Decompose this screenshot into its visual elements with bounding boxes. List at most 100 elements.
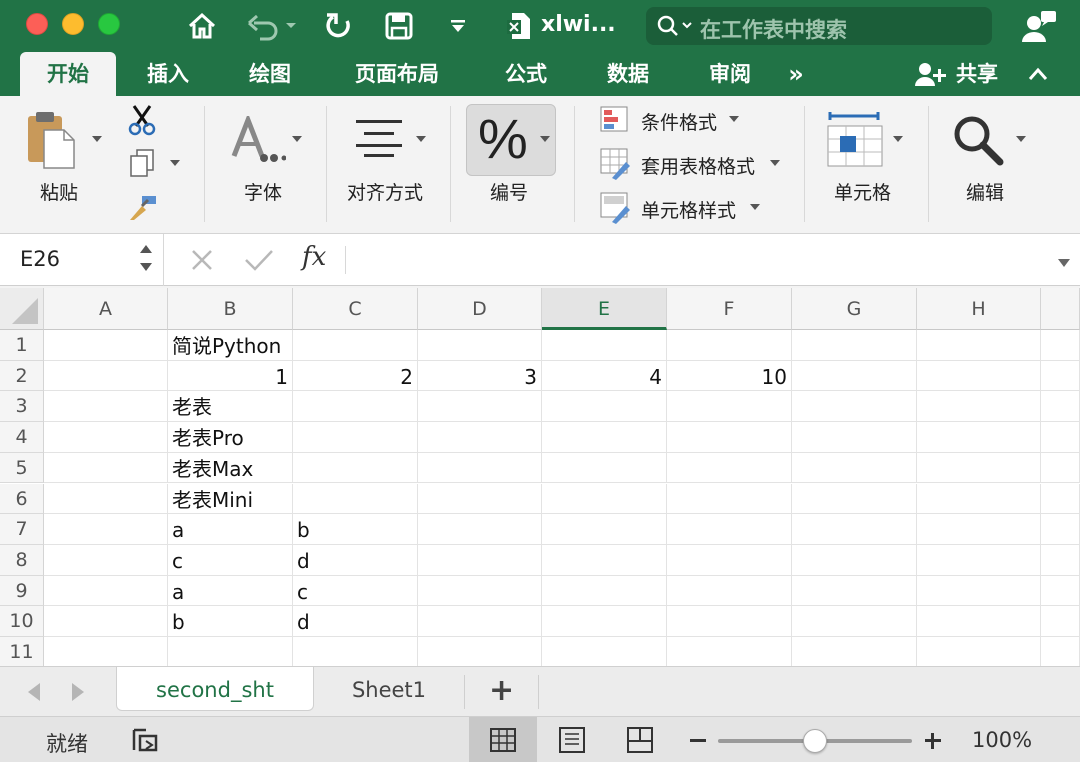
column-header-h[interactable]: H bbox=[917, 288, 1041, 330]
cell-d10[interactable] bbox=[418, 606, 542, 637]
conditional-format-label[interactable]: 条件格式 bbox=[641, 108, 717, 135]
cell-styles-dropdown-icon[interactable] bbox=[750, 204, 760, 210]
column-header-a[interactable]: A bbox=[44, 288, 168, 330]
sheet-tab-second-sht[interactable]: second_sht bbox=[116, 667, 314, 711]
cell-d6[interactable] bbox=[418, 483, 542, 515]
tab-insert[interactable]: 插入 bbox=[128, 52, 208, 96]
row-header-11[interactable]: 11 bbox=[0, 637, 44, 666]
column-header-g[interactable]: G bbox=[792, 288, 917, 330]
cell-c1[interactable] bbox=[293, 330, 418, 361]
cell-g9[interactable] bbox=[792, 575, 917, 607]
cell-e9[interactable] bbox=[542, 575, 667, 607]
cell-a4[interactable] bbox=[44, 422, 168, 453]
cell-c6[interactable] bbox=[293, 483, 418, 515]
cell-f6[interactable] bbox=[667, 483, 792, 515]
cell-a5[interactable] bbox=[44, 452, 168, 484]
cell-e1[interactable] bbox=[542, 330, 667, 361]
tab-draw[interactable]: 绘图 bbox=[230, 52, 310, 96]
confirm-edit-icon[interactable] bbox=[244, 248, 274, 276]
cell-d4[interactable] bbox=[418, 422, 542, 453]
cell-c5[interactable] bbox=[293, 452, 418, 484]
paste-icon[interactable] bbox=[26, 110, 80, 170]
customize-toolbar-icon[interactable] bbox=[448, 8, 468, 44]
paste-dropdown-icon[interactable] bbox=[92, 136, 102, 142]
cancel-edit-icon[interactable] bbox=[190, 248, 214, 276]
cell-g4[interactable] bbox=[792, 422, 917, 453]
zoom-window-button[interactable] bbox=[98, 13, 120, 35]
cell-e7[interactable] bbox=[542, 514, 667, 545]
format-as-table-label[interactable]: 套用表格格式 bbox=[641, 152, 755, 179]
select-all-button[interactable] bbox=[0, 288, 44, 330]
collapse-ribbon-icon[interactable] bbox=[1028, 66, 1048, 85]
cell-e5[interactable] bbox=[542, 452, 667, 484]
column-header-b[interactable]: B bbox=[168, 288, 293, 330]
cell-overflow[interactable] bbox=[1041, 544, 1080, 576]
account-icon[interactable] bbox=[1020, 8, 1058, 44]
zoom-level[interactable]: 100% bbox=[972, 728, 1032, 752]
tab-page-layout[interactable]: 页面布局 bbox=[334, 52, 460, 96]
editing-dropdown-icon[interactable] bbox=[1016, 136, 1026, 142]
font-dropdown-icon[interactable] bbox=[292, 136, 302, 142]
cell-d3[interactable] bbox=[418, 391, 542, 423]
cell-b5[interactable]: 老表Max bbox=[168, 452, 293, 484]
cell-b4[interactable]: 老表Pro bbox=[168, 422, 293, 453]
cell-a3[interactable] bbox=[44, 391, 168, 423]
cell-d8[interactable] bbox=[418, 544, 542, 576]
cell-h5[interactable] bbox=[917, 452, 1041, 484]
cell-g8[interactable] bbox=[792, 544, 917, 576]
cell-f8[interactable] bbox=[667, 544, 792, 576]
cell-e3[interactable] bbox=[542, 391, 667, 423]
conditional-format-icon[interactable] bbox=[600, 106, 628, 132]
cell-f7[interactable] bbox=[667, 514, 792, 545]
cell-overflow[interactable] bbox=[1041, 575, 1080, 607]
cell-a1[interactable] bbox=[44, 330, 168, 361]
cell-f3[interactable] bbox=[667, 391, 792, 423]
cell-c10[interactable]: d bbox=[293, 606, 418, 637]
more-tabs-icon[interactable]: » bbox=[774, 52, 818, 96]
number-dropdown-icon[interactable] bbox=[540, 136, 550, 142]
cell-a6[interactable] bbox=[44, 483, 168, 515]
cell-b10[interactable]: b bbox=[168, 606, 293, 637]
copy-dropdown-icon[interactable] bbox=[170, 160, 180, 166]
cell-a9[interactable] bbox=[44, 575, 168, 607]
row-header-6[interactable]: 6 bbox=[0, 483, 44, 515]
column-header-d[interactable]: D bbox=[418, 288, 542, 330]
normal-view-button[interactable] bbox=[469, 717, 537, 762]
cell-g1[interactable] bbox=[792, 330, 917, 361]
column-header-e[interactable]: E bbox=[542, 288, 667, 330]
page-break-view-button[interactable] bbox=[606, 717, 674, 762]
cell-h11[interactable] bbox=[917, 637, 1041, 666]
cell-e10[interactable] bbox=[542, 606, 667, 637]
cell-c3[interactable] bbox=[293, 391, 418, 423]
close-window-button[interactable] bbox=[26, 13, 48, 35]
cell-overflow[interactable] bbox=[1041, 422, 1080, 453]
cell-d9[interactable] bbox=[418, 575, 542, 607]
undo-icon[interactable] bbox=[246, 8, 298, 44]
cell-g10[interactable] bbox=[792, 606, 917, 637]
cell-f2[interactable]: 10 bbox=[667, 360, 792, 392]
cell-g11[interactable] bbox=[792, 637, 917, 666]
cell-overflow[interactable] bbox=[1041, 360, 1080, 392]
cell-c2[interactable]: 2 bbox=[293, 360, 418, 392]
cells-dropdown-icon[interactable] bbox=[893, 136, 903, 142]
cell-g5[interactable] bbox=[792, 452, 917, 484]
cell-d1[interactable] bbox=[418, 330, 542, 361]
cell-c4[interactable] bbox=[293, 422, 418, 453]
row-header-8[interactable]: 8 bbox=[0, 544, 44, 576]
row-header-9[interactable]: 9 bbox=[0, 575, 44, 607]
cell-d7[interactable] bbox=[418, 514, 542, 545]
cell-c8[interactable]: d bbox=[293, 544, 418, 576]
copy-icon[interactable] bbox=[128, 148, 158, 178]
cell-a7[interactable] bbox=[44, 514, 168, 545]
formula-input[interactable] bbox=[360, 234, 1040, 286]
tab-home[interactable]: 开始 bbox=[20, 52, 116, 96]
cell-e4[interactable] bbox=[542, 422, 667, 453]
cell-overflow[interactable] bbox=[1041, 330, 1080, 361]
add-sheet-button[interactable]: + bbox=[489, 673, 514, 708]
cell-e6[interactable] bbox=[542, 483, 667, 515]
magnifier-icon[interactable] bbox=[952, 114, 1006, 166]
sheet-tab-sheet1[interactable]: Sheet1 bbox=[314, 667, 464, 711]
name-box-stepper-icon[interactable] bbox=[138, 240, 154, 280]
cell-f11[interactable] bbox=[667, 637, 792, 666]
cell-a11[interactable] bbox=[44, 637, 168, 666]
